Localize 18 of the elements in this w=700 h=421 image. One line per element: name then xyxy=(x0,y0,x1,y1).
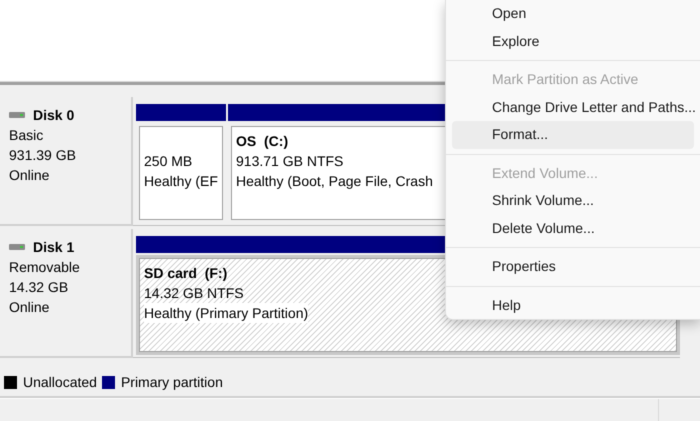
partition-title: SD card (F:) xyxy=(144,264,228,283)
partition-size: 250 MB xyxy=(144,152,192,171)
partition-status: Healthy (Primary Partition) xyxy=(144,303,308,323)
disk-size: 931.39 GB xyxy=(9,146,77,165)
disk-status: Online xyxy=(9,166,50,185)
disk-type: Basic xyxy=(9,126,44,145)
disk-status: Online xyxy=(9,298,50,317)
partition-title: OS (C:) xyxy=(236,132,288,151)
disk-size: 14.32 GB xyxy=(9,278,70,297)
partition-size: 14.32 GB NTFS xyxy=(144,284,244,303)
legend-label: Primary partition xyxy=(120,372,223,392)
legend-label: Unallocated xyxy=(23,372,97,392)
disk-type: Removable xyxy=(9,258,81,277)
disk-name: Disk 1 xyxy=(33,238,74,257)
partition-size: 913.71 GB NTFS xyxy=(236,152,344,171)
disk-name: Disk 0 xyxy=(33,106,74,125)
partition-status: Healthy (Boot, Page File, Crash xyxy=(236,172,433,191)
partition-status: Healthy (EF xyxy=(144,172,218,191)
